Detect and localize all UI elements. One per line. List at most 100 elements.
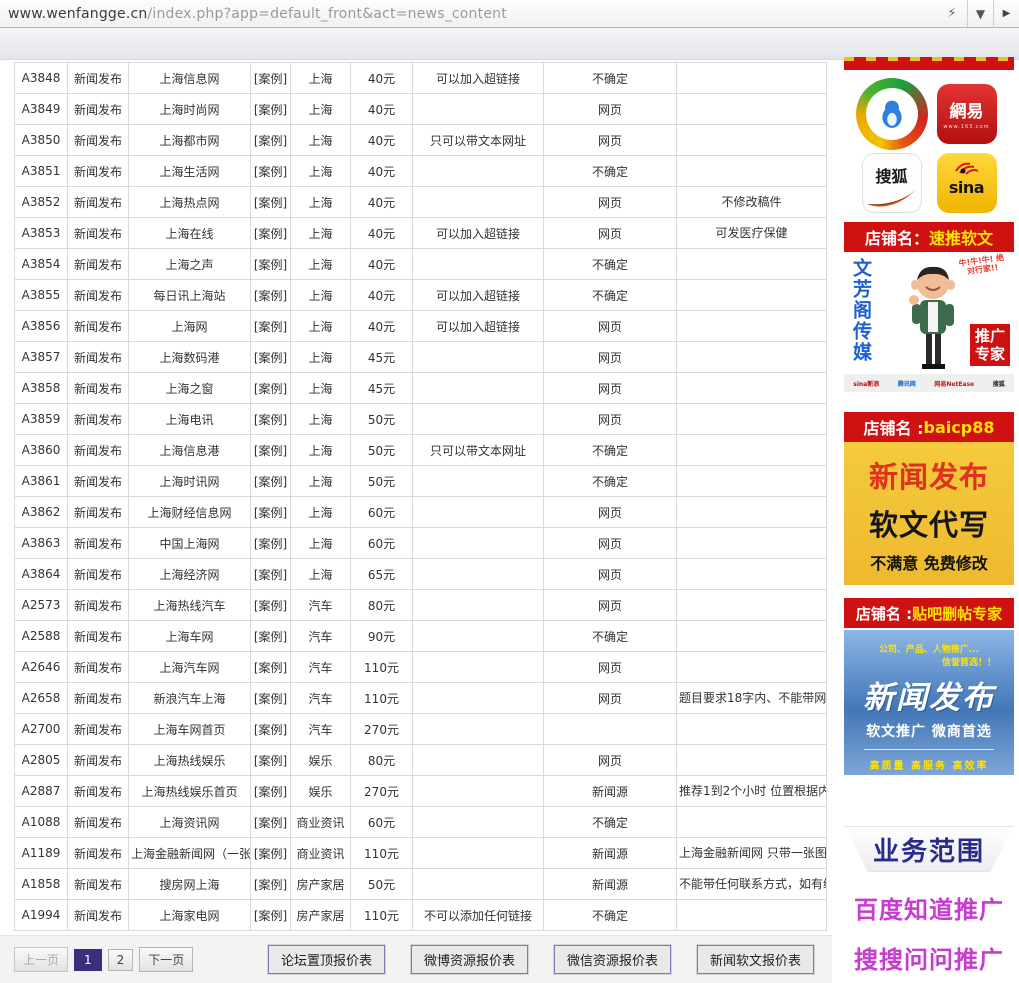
table-row: A1088新闻发布上海资讯网[案例]商业资讯60元不确定 xyxy=(15,807,827,838)
case-link[interactable]: [案例] xyxy=(251,311,291,342)
page-1-button[interactable]: 1 xyxy=(74,949,102,971)
case-link[interactable]: [案例] xyxy=(251,869,291,900)
row-remark-cell xyxy=(677,745,827,776)
case-link[interactable]: [案例] xyxy=(251,900,291,931)
table-row: A2573新闻发布上海热线汽车[案例]汽车80元网页 xyxy=(15,590,827,621)
case-link[interactable]: [案例] xyxy=(251,125,291,156)
chevron-down-icon[interactable]: ▼ xyxy=(967,0,993,27)
row-site-cell: 上海之声 xyxy=(129,249,251,280)
row-remark-cell xyxy=(677,807,827,838)
shop-name-value: 贴吧删帖专家 xyxy=(912,603,1002,624)
case-link[interactable]: [案例] xyxy=(251,621,291,652)
page-2-button[interactable]: 2 xyxy=(108,949,134,971)
case-link[interactable]: [案例] xyxy=(251,435,291,466)
ad-sutui-banner[interactable]: 店铺名： 速推软文 xyxy=(844,222,1014,252)
case-link[interactable]: [案例] xyxy=(251,807,291,838)
row-category-cell: 上海 xyxy=(291,94,351,125)
price-table: A3848新闻发布上海信息网[案例]上海40元可以加入超链接不确定A3849新闻… xyxy=(14,62,827,931)
netease-url-label: www.163.com xyxy=(943,124,989,130)
case-link[interactable]: [案例] xyxy=(251,94,291,125)
case-link[interactable]: [案例] xyxy=(251,187,291,218)
row-price-cell: 40元 xyxy=(351,63,413,94)
url-text[interactable]: www.wenfangge.cn/index.php?app=default_f… xyxy=(8,6,507,22)
table-row: A2588新闻发布上海车网[案例]汽车90元不确定 xyxy=(15,621,827,652)
weibo-resource-price-button[interactable]: 微博资源报价表 xyxy=(411,945,528,974)
case-link[interactable]: [案例] xyxy=(251,342,291,373)
row-site-cell: 每日讯上海站 xyxy=(129,280,251,311)
forum-top-price-button[interactable]: 论坛置顶报价表 xyxy=(268,945,385,974)
ad-portal-logos[interactable]: 網易 www.163.com 搜狐 sina xyxy=(844,70,1014,220)
case-link[interactable]: [案例] xyxy=(251,714,291,745)
table-row: A3864新闻发布上海经济网[案例]上海65元网页 xyxy=(15,559,827,590)
case-link[interactable]: [案例] xyxy=(251,559,291,590)
case-link[interactable]: [案例] xyxy=(251,745,291,776)
row-price-cell: 50元 xyxy=(351,466,413,497)
row-pagetype-cell: 网页 xyxy=(544,497,677,528)
row-type-cell: 新闻发布 xyxy=(68,404,129,435)
soso-wenwen-promo-link[interactable]: 搜搜问问推广 xyxy=(844,940,1014,975)
row-site-cell: 上海金融新闻网（一张 xyxy=(129,838,251,869)
divider xyxy=(864,749,994,750)
case-link[interactable]: [案例] xyxy=(251,466,291,497)
row-id-cell: A2588 xyxy=(15,621,68,652)
row-price-cell: 40元 xyxy=(351,249,413,280)
row-remark-cell xyxy=(677,125,827,156)
row-pagetype-cell: 网页 xyxy=(544,187,677,218)
price-table-body: A3848新闻发布上海信息网[案例]上海40元可以加入超链接不确定A3849新闻… xyxy=(15,63,827,931)
row-category-cell: 上海 xyxy=(291,280,351,311)
row-note-cell xyxy=(413,559,544,590)
row-pagetype-cell xyxy=(544,714,677,745)
row-note-cell: 只可以带文本网址 xyxy=(413,435,544,466)
next-page-button[interactable]: 下一页 xyxy=(139,947,193,972)
case-link[interactable]: [案例] xyxy=(251,373,291,404)
case-link[interactable]: [案例] xyxy=(251,652,291,683)
row-note-cell xyxy=(413,249,544,280)
ad-banner-cutoff[interactable] xyxy=(844,57,1014,70)
ad-tieba-banner[interactable]: 店铺名 : 贴吧删帖专家 xyxy=(844,598,1014,628)
go-forward-icon[interactable]: ▶ xyxy=(993,0,1019,27)
baidu-zhidao-promo-link[interactable]: 百度知道推广 xyxy=(844,890,1014,925)
case-link[interactable]: [案例] xyxy=(251,683,291,714)
case-link[interactable]: [案例] xyxy=(251,404,291,435)
row-category-cell: 汽车 xyxy=(291,683,351,714)
table-row: A1858新闻发布搜房网上海[案例]房产家居50元新闻源不能带任何联系方式，如有… xyxy=(15,869,827,900)
case-link[interactable]: [案例] xyxy=(251,156,291,187)
row-type-cell: 新闻发布 xyxy=(68,590,129,621)
case-link[interactable]: [案例] xyxy=(251,590,291,621)
row-price-cell: 60元 xyxy=(351,497,413,528)
row-remark-cell xyxy=(677,156,827,187)
row-price-cell: 110元 xyxy=(351,900,413,931)
case-link[interactable]: [案例] xyxy=(251,218,291,249)
prev-page-button[interactable]: 上一页 xyxy=(14,947,68,972)
news-article-price-button[interactable]: 新闻软文报价表 xyxy=(697,945,814,974)
row-pagetype-cell: 新闻源 xyxy=(544,776,677,807)
ad-baicp-body[interactable]: 新闻发布 软文代写 不满意 免费修改 xyxy=(844,442,1014,585)
row-note-cell: 不可以添加任何链接 xyxy=(413,900,544,931)
case-link[interactable]: [案例] xyxy=(251,497,291,528)
case-link[interactable]: [案例] xyxy=(251,838,291,869)
case-link[interactable]: [案例] xyxy=(251,280,291,311)
row-site-cell: 上海汽车网 xyxy=(129,652,251,683)
row-id-cell: A2658 xyxy=(15,683,68,714)
case-link[interactable]: [案例] xyxy=(251,249,291,280)
ad-tieba-body[interactable]: 公司、产品、人物推广... 信誉首选！！ 新闻发布 软文推广 微商首选 高质量 … xyxy=(844,630,1014,775)
row-remark-cell xyxy=(677,373,827,404)
row-price-cell: 60元 xyxy=(351,807,413,838)
case-link[interactable]: [案例] xyxy=(251,776,291,807)
row-remark-cell xyxy=(677,435,827,466)
row-id-cell: A1189 xyxy=(15,838,68,869)
ad-baicp-banner[interactable]: 店铺名 : baicp88 xyxy=(844,412,1014,442)
row-pagetype-cell: 网页 xyxy=(544,94,677,125)
row-category-cell: 上海 xyxy=(291,125,351,156)
case-link[interactable]: [案例] xyxy=(251,63,291,94)
ad-sutui-body[interactable]: 文芳阁传媒 牛!牛!牛! 绝对行家!! 推广 专家 xyxy=(844,252,1014,374)
row-pagetype-cell: 不确定 xyxy=(544,435,677,466)
row-note-cell: 可以加入超链接 xyxy=(413,280,544,311)
case-link[interactable]: [案例] xyxy=(251,528,291,559)
wechat-resource-price-button[interactable]: 微信资源报价表 xyxy=(554,945,671,974)
row-remark-cell: 上海金融新闻网 只带一张图片，如果图片有广告不带。 xyxy=(677,838,827,869)
promo-tagline-3: 软文推广 微商首选 xyxy=(866,721,992,741)
row-id-cell: A3849 xyxy=(15,94,68,125)
lightning-icon[interactable]: ⚡ xyxy=(937,0,967,27)
expert-label: 专家 xyxy=(975,345,1005,363)
